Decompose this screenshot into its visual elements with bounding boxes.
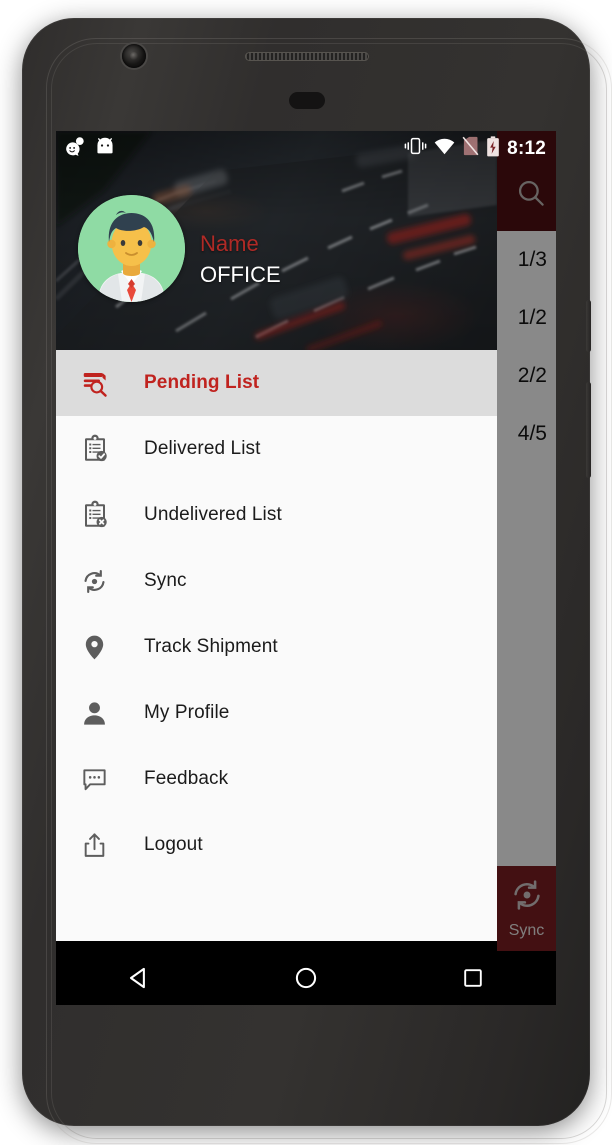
status-bar-left [64, 131, 115, 166]
chat-bubble-icon [80, 765, 124, 794]
home-button[interactable] [276, 951, 336, 1005]
phone-screen: 1/3 1/2 2/2 4/5 Sync Name OFFICE Pending… [56, 131, 556, 1005]
sync-icon [80, 567, 124, 596]
battery-charging-icon [486, 135, 500, 162]
message-smiley-icon [64, 136, 86, 161]
location-pin-icon [80, 633, 124, 662]
sidebar-item-logout[interactable]: Logout [56, 812, 497, 878]
status-bar: 8:12 [56, 131, 556, 166]
pending-list-icon [80, 368, 124, 398]
user-avatar-illustration [78, 195, 185, 302]
vibrate-icon [404, 137, 427, 160]
sidebar-item-label: Feedback [144, 768, 229, 789]
sidebar-item-label: Undelivered List [144, 504, 282, 525]
no-sim-icon [462, 136, 479, 161]
drawer-menu-list: Pending List Delivered List Undelivered … [56, 350, 497, 941]
sidebar-item-pending-list[interactable]: Pending List [56, 350, 497, 416]
logout-share-icon [80, 831, 124, 860]
drawer-scrim[interactable] [497, 131, 556, 951]
recents-button[interactable] [443, 951, 503, 1005]
power-button[interactable] [586, 300, 591, 352]
sidebar-item-label: My Profile [144, 702, 230, 723]
android-nav-bar [56, 951, 556, 1005]
sidebar-item-label: Track Shipment [144, 636, 278, 657]
sidebar-item-feedback[interactable]: Feedback [56, 746, 497, 812]
sidebar-item-my-profile[interactable]: My Profile [56, 680, 497, 746]
sidebar-item-label: Delivered List [144, 438, 261, 459]
person-icon [80, 699, 124, 728]
earpiece-speaker [245, 52, 369, 61]
sidebar-item-sync[interactable]: Sync [56, 548, 497, 614]
android-head-icon [95, 137, 115, 160]
status-bar-right: 8:12 [404, 131, 556, 166]
sidebar-item-track-shipment[interactable]: Track Shipment [56, 614, 497, 680]
profile-name: Name [200, 231, 259, 256]
proximity-sensor [289, 92, 325, 109]
sidebar-item-delivered-list[interactable]: Delivered List [56, 416, 497, 482]
volume-button[interactable] [586, 382, 591, 478]
front-camera-lens [130, 52, 138, 60]
navigation-drawer: Name OFFICE Pending List Delivered List … [56, 131, 497, 941]
sidebar-item-undelivered-list[interactable]: Undelivered List [56, 482, 497, 548]
sidebar-item-label: Pending List [144, 372, 260, 393]
undelivered-list-icon [80, 500, 124, 530]
sidebar-item-label: Logout [144, 834, 203, 855]
profile-office: OFFICE [200, 262, 281, 287]
back-button[interactable] [109, 951, 169, 1005]
wifi-icon [434, 138, 455, 160]
sidebar-item-label: Sync [144, 570, 187, 591]
delivered-list-icon [80, 434, 124, 464]
avatar[interactable] [78, 195, 185, 302]
status-clock: 8:12 [507, 138, 546, 159]
